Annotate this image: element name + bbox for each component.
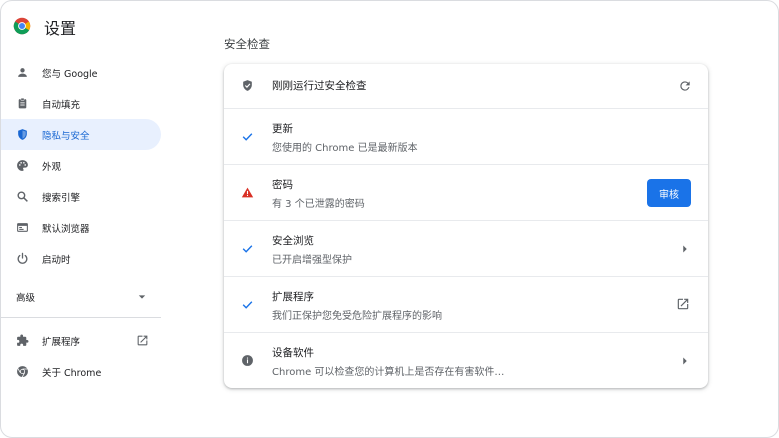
search-icon <box>17 191 28 202</box>
safety-check-row-update: 更新 您使用的 Chrome 已是最新版本 <box>224 108 708 164</box>
clipboard-icon <box>18 97 27 109</box>
puzzle-icon <box>17 334 29 346</box>
sidebar-item-label: 关于 Chrome <box>42 367 102 379</box>
row-title: 扩展程序 <box>272 291 314 303</box>
safety-check-status: 刚刚运行过安全检查 <box>272 80 367 92</box>
row-title: 安全浏览 <box>272 235 314 247</box>
caret-down-icon <box>138 295 146 299</box>
sidebar-item-label: 启动时 <box>42 254 71 266</box>
review-passwords-button[interactable]: 审核 <box>647 179 691 207</box>
sidebar-item-you-and-google[interactable]: 您与 Google <box>1 57 161 88</box>
sidebar: 您与 Google 自动填充 隐私与安全 外观 搜索引擎 默认浏览器 启动时 高… <box>1 57 161 387</box>
sidebar-item-default-browser[interactable]: 默认浏览器 <box>1 212 161 243</box>
sidebar-item-label: 扩展程序 <box>42 336 81 348</box>
row-subtitle: 您使用的 Chrome 已是最新版本 <box>272 143 418 154</box>
sidebar-item-appearance[interactable]: 外观 <box>1 150 161 181</box>
browser-icon <box>17 223 28 232</box>
sidebar-item-label: 隐私与安全 <box>42 130 90 142</box>
sidebar-item-label: 您与 Google <box>42 68 98 80</box>
safety-check-row-extensions[interactable]: 扩展程序 我们正保护您免受危险扩展程序的影响 <box>224 276 708 332</box>
safety-check-header-row: 刚刚运行过安全检查 <box>224 64 708 108</box>
check-icon <box>242 301 253 309</box>
row-subtitle: Chrome 可以检查您的计算机上是否存在有害软件… <box>272 367 505 378</box>
warning-icon <box>241 187 254 198</box>
open-in-new-icon[interactable] <box>676 297 690 311</box>
app-header: 设置 <box>1 1 201 53</box>
safety-check-row-safe-browsing[interactable]: 安全浏览 已开启增强型保护 <box>224 220 708 276</box>
sidebar-item-privacy-security[interactable]: 隐私与安全 <box>1 119 161 150</box>
sidebar-item-autofill[interactable]: 自动填充 <box>1 88 161 119</box>
sidebar-item-label: 默认浏览器 <box>42 223 90 235</box>
row-title: 密码 <box>272 179 293 191</box>
shield-icon <box>18 129 27 140</box>
sidebar-item-search-engine[interactable]: 搜索引擎 <box>1 181 161 212</box>
check-icon <box>242 245 253 253</box>
row-subtitle: 已开启增强型保护 <box>272 255 352 266</box>
person-icon <box>18 68 27 77</box>
section-title: 安全检查 <box>224 37 270 51</box>
row-subtitle: 我们正保护您免受危险扩展程序的影响 <box>272 311 442 322</box>
chrome-logo-icon <box>13 17 31 35</box>
row-subtitle: 有 3 个已泄露的密码 <box>272 199 365 210</box>
sidebar-item-label: 自动填充 <box>42 99 81 111</box>
sidebar-item-label: 外观 <box>42 161 62 173</box>
sidebar-item-on-startup[interactable]: 启动时 <box>1 243 161 274</box>
row-title: 设备软件 <box>272 347 314 359</box>
page-title: 设置 <box>44 19 77 38</box>
arrow-right-icon[interactable] <box>678 354 692 368</box>
settings-window: 设置 您与 Google 自动填充 隐私与安全 外观 搜索引擎 默认浏览器 启动… <box>0 0 779 438</box>
check-icon <box>242 133 253 141</box>
sidebar-item-extensions[interactable]: 扩展程序 <box>1 325 161 356</box>
safety-check-row-passwords: 密码 有 3 个已泄露的密码 审核 <box>224 164 708 220</box>
palette-icon <box>17 160 28 171</box>
power-icon <box>17 252 28 264</box>
refresh-icon[interactable] <box>678 79 692 93</box>
row-title: 更新 <box>272 123 293 135</box>
sidebar-item-about-chrome[interactable]: 关于 Chrome <box>1 356 161 387</box>
sidebar-advanced-toggle[interactable]: 高级 <box>1 282 161 312</box>
safety-check-row-device-software[interactable]: 设备软件 Chrome 可以检查您的计算机上是否存在有害软件… <box>224 332 708 388</box>
arrow-right-icon[interactable] <box>678 242 692 256</box>
sidebar-divider <box>1 317 161 318</box>
chrome-icon <box>17 366 28 378</box>
sidebar-item-label: 搜索引擎 <box>42 192 81 204</box>
open-in-new-icon <box>137 335 148 346</box>
shield-check-icon <box>243 80 252 91</box>
info-icon <box>242 355 253 366</box>
safety-check-card: 刚刚运行过安全检查 更新 您使用的 Chrome 已是最新版本 密码 有 3 个… <box>224 64 708 388</box>
advanced-label: 高级 <box>16 293 36 304</box>
